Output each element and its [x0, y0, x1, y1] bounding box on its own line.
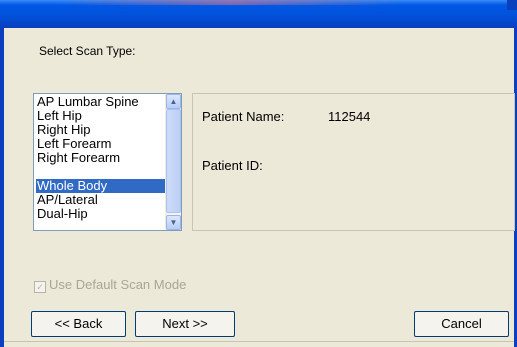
titlebar-highlight: [60, 0, 400, 5]
list-item-whole-body[interactable]: Whole Body: [36, 179, 165, 193]
close-button-edge[interactable]: [507, 0, 517, 10]
list-item-ap-lateral[interactable]: AP/Lateral: [36, 193, 165, 207]
list-item-dual-hip[interactable]: Dual-Hip: [36, 207, 165, 221]
list-item-ap-lumbar-spine[interactable]: AP Lumbar Spine: [36, 95, 165, 109]
patient-info-panel: Patient Name: 112544 Patient ID:: [192, 93, 515, 231]
scan-type-listbox[interactable]: AP Lumbar Spine Left Hip Right Hip Left …: [33, 93, 182, 231]
back-button[interactable]: << Back: [31, 311, 126, 337]
scroll-up-arrow-icon[interactable]: ▲: [166, 94, 181, 109]
list-item-left-hip[interactable]: Left Hip: [36, 109, 165, 123]
default-scan-mode-option[interactable]: ✓ Use Default Scan Mode: [34, 277, 187, 293]
patient-id-label: Patient ID:: [202, 158, 263, 173]
list-item-right-hip[interactable]: Right Hip: [36, 123, 165, 137]
next-button[interactable]: Next >>: [135, 311, 235, 337]
scroll-down-arrow-icon[interactable]: ▼: [166, 215, 181, 230]
default-scan-mode-label: Use Default Scan Mode: [49, 277, 187, 292]
patient-name-value: 112544: [328, 109, 371, 124]
scroll-thumb[interactable]: [166, 109, 181, 213]
cancel-button[interactable]: Cancel: [414, 311, 509, 337]
patient-name-label: Patient Name:: [202, 109, 285, 124]
list-item-right-forearm[interactable]: Right Forearm: [36, 151, 165, 165]
listbox-scrollbar[interactable]: ▲ ▼: [165, 94, 181, 230]
list-item-left-forearm[interactable]: Left Forearm: [36, 137, 165, 151]
bottom-divider: [4, 341, 514, 342]
window-titlebar: [0, 0, 517, 28]
default-scan-mode-checkbox[interactable]: ✓: [34, 281, 46, 293]
select-scan-type-label: Select Scan Type:: [39, 44, 136, 58]
